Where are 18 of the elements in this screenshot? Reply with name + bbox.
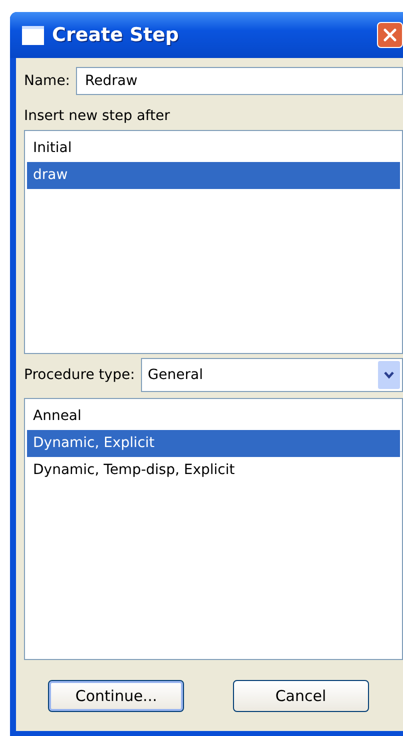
procedure-type-label: Procedure type: <box>24 367 135 383</box>
continue-button[interactable]: Continue... <box>48 680 184 712</box>
close-button[interactable] <box>377 22 403 48</box>
dropdown-button[interactable] <box>378 361 400 389</box>
step-item[interactable]: Initial <box>27 135 400 162</box>
insert-after-label: Insert new step after <box>24 108 171 124</box>
step-item[interactable]: draw <box>27 162 400 189</box>
procedure-item[interactable]: Anneal <box>27 403 400 430</box>
procedure-type-dropdown[interactable]: General <box>140 358 403 392</box>
chevron-down-icon <box>383 370 395 380</box>
procedure-item[interactable]: Dynamic, Explicit <box>27 430 400 457</box>
name-field[interactable]: Redraw <box>76 67 403 95</box>
close-icon <box>382 27 398 43</box>
name-label: Name: <box>24 73 70 89</box>
window-title: Create Step <box>52 24 180 46</box>
procedure-item[interactable]: Dynamic, Temp-disp, Explicit <box>27 457 400 484</box>
cancel-button[interactable]: Cancel <box>232 680 369 712</box>
window-icon <box>22 26 44 44</box>
